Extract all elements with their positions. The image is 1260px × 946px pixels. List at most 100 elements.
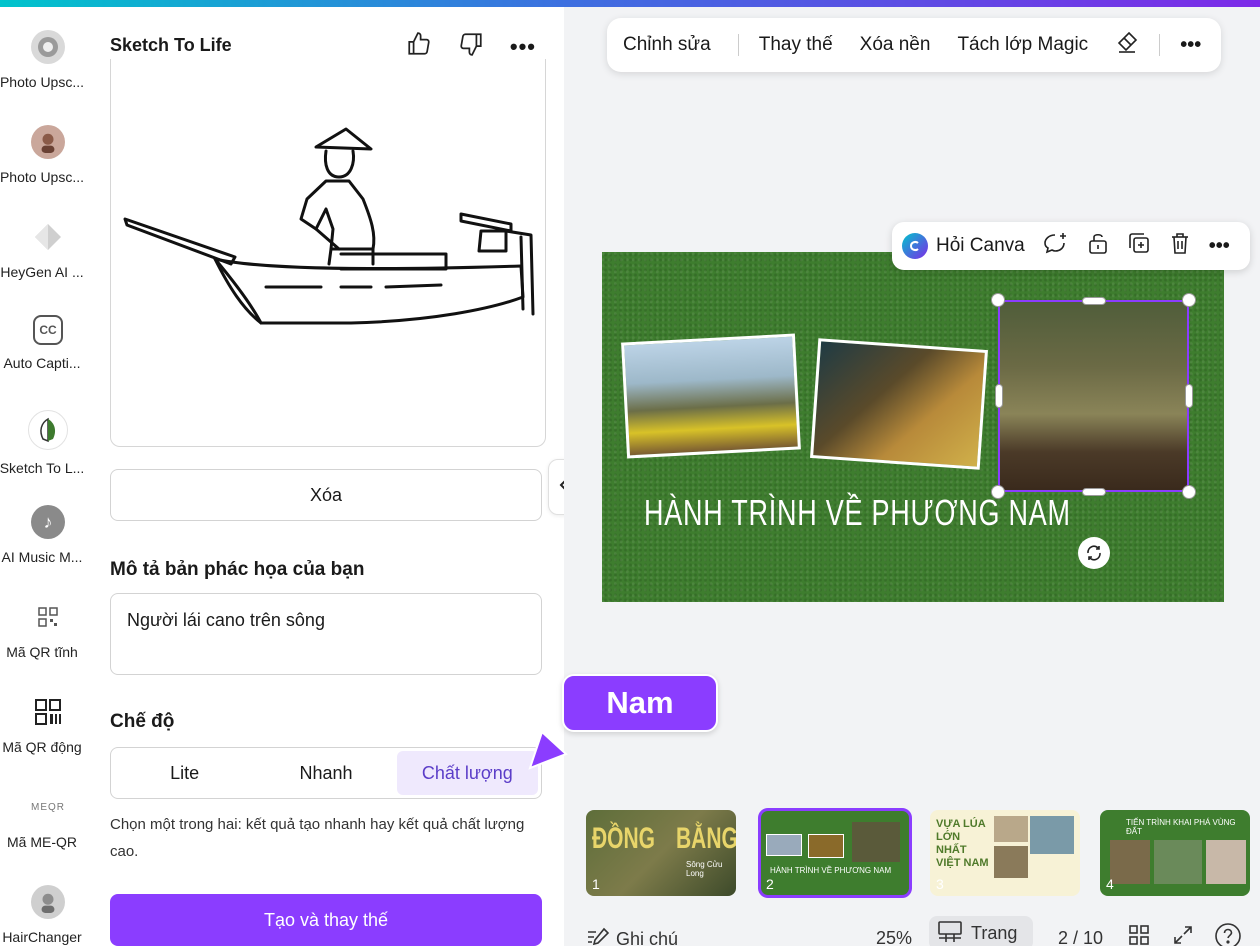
mode-label: Chế độ [110, 711, 175, 732]
trash-icon[interactable] [1169, 231, 1191, 261]
comment-add-icon[interactable] [1043, 231, 1069, 261]
thumbnail-photo [1154, 840, 1202, 884]
apps-rail: Photo Upsc... Photo Upsc... HeyGen AI ..… [0, 7, 96, 946]
toolbar-divider [1159, 34, 1161, 56]
rail-item-auto-captions[interactable]: CC Auto Capti... [0, 315, 96, 371]
rail-item-heygen[interactable]: HeyGen AI ... [0, 220, 96, 280]
thumbnail-text: TIẾN TRÌNH KHAI PHÁ VÙNG ĐẤT [1126, 818, 1236, 836]
rotate-icon[interactable] [1078, 537, 1110, 569]
thumbnail-text: HÀNH TRÌNH VỀ PHƯƠNG NAM [770, 866, 892, 875]
thumbnail-photo [1206, 840, 1246, 884]
image-toolbar: Chỉnh sửa Thay thế Xóa nền Tách lớp Magi… [607, 18, 1221, 72]
rail-item-label: Mã ME-QR [7, 834, 77, 850]
heygen-icon [31, 220, 65, 254]
replace-button[interactable]: Thay thế [759, 34, 833, 56]
music-note-icon: ♪ [31, 505, 65, 539]
mode-option-fast[interactable]: Nhanh [255, 751, 396, 795]
hairchanger-avatar-icon [31, 885, 65, 919]
thumbnail-photo [808, 834, 844, 858]
page-thumbnail-4[interactable]: TIẾN TRÌNH KHAI PHÁ VÙNG ĐẤT 4 [1100, 810, 1250, 896]
sketch-description-input[interactable]: Người lái cano trên sông [110, 593, 542, 675]
help-icon[interactable] [1214, 922, 1242, 946]
clear-button[interactable]: Xóa [110, 469, 542, 521]
more-options-icon[interactable]: ••• [510, 34, 536, 60]
resize-handle-bottom-left[interactable] [991, 485, 1005, 499]
ask-canva-label: Hỏi Canva [936, 235, 1025, 256]
slide-title[interactable]: HÀNH TRÌNH VỀ PHƯƠNG NAM [644, 492, 1071, 534]
portrait-icon [31, 125, 65, 159]
zoom-level[interactable]: 25% [876, 928, 912, 946]
page-thumbnail-2[interactable]: HÀNH TRÌNH VỀ PHƯƠNG NAM 2 [758, 808, 912, 898]
rail-item-ai-music[interactable]: ♪ AI Music M... [0, 505, 96, 565]
selection-frame [998, 300, 1189, 492]
photo-upscaler-icon [31, 30, 65, 64]
qr-code-dynamic-icon [31, 695, 65, 729]
resize-handle-bottom[interactable] [1082, 488, 1106, 496]
more-options-icon[interactable]: ••• [1209, 235, 1230, 258]
mode-helper-text: Chọn một trong hai: kết quả tạo nhanh ha… [110, 816, 525, 860]
top-gradient-bar [0, 0, 1260, 7]
sketch-canvas[interactable] [110, 59, 546, 447]
notes-label: Ghi chú [616, 929, 679, 946]
user-cursor-label: Nam [562, 674, 718, 732]
rail-item-label: HairChanger [2, 929, 82, 945]
resize-handle-top[interactable] [1082, 297, 1106, 305]
sketch-to-life-icon [28, 410, 68, 450]
rail-item-me-qr[interactable]: MEQR Mã ME-QR [0, 790, 96, 851]
ask-canva-button[interactable]: Hỏi Canva [902, 233, 1025, 259]
notes-button[interactable]: Ghi chú [586, 926, 678, 946]
edit-button[interactable]: Chỉnh sửa [623, 34, 711, 56]
photo-floating-market[interactable] [621, 333, 801, 459]
thumbnail-photo [852, 822, 900, 862]
notes-pencil-icon [586, 926, 610, 946]
rail-item-label: Sketch To L... [0, 460, 85, 476]
describe-label: Mô tả bản phác họa của bạn [110, 559, 365, 580]
thumbs-up-icon[interactable] [406, 31, 432, 62]
thumbs-down-icon[interactable] [458, 31, 484, 62]
grid-view-icon[interactable] [1128, 924, 1150, 946]
page-number: 2 [766, 876, 774, 892]
rail-item-photo-upscaler-2[interactable]: Photo Upsc... [0, 125, 96, 185]
boat-sketch-drawing [123, 127, 535, 325]
mode-option-quality[interactable]: Chất lượng [396, 751, 538, 795]
thumbnail-photo [1030, 816, 1074, 854]
page-thumbnail-1[interactable]: ĐỒNG BẰNG Sông Cửu Long 1 [586, 810, 736, 896]
resize-handle-bottom-right[interactable] [1182, 485, 1196, 499]
page-counter: 2 / 10 [1058, 928, 1104, 946]
page-thumbnail-3[interactable]: VỰA LÚA LỚN NHẤT VIỆT NAM 3 [930, 810, 1080, 896]
resize-handle-top-right[interactable] [1182, 293, 1196, 307]
fullscreen-icon[interactable] [1172, 924, 1194, 946]
rail-item-dynamic-qr[interactable]: Mã QR động [0, 695, 96, 755]
me-qr-icon: MEQR [31, 801, 65, 813]
resize-handle-left[interactable] [995, 384, 1003, 408]
photo-boat-vendor[interactable] [810, 338, 988, 470]
thumbnail-photo [994, 816, 1028, 842]
unlock-icon[interactable] [1087, 231, 1109, 261]
create-and-replace-button[interactable]: Tạo và thay thế [110, 894, 542, 946]
remove-background-button[interactable]: Xóa nền [860, 34, 931, 56]
pages-view-button[interactable]: Trang [929, 916, 1033, 946]
thumbnail-photo [1110, 840, 1150, 884]
rail-item-label: Photo Upsc... [0, 169, 85, 185]
resize-handle-top-left[interactable] [991, 293, 1005, 307]
pages-label: Trang [971, 922, 1018, 943]
mode-option-lite[interactable]: Lite [114, 751, 255, 795]
rail-item-hairchanger[interactable]: HairChanger [0, 885, 96, 945]
thumbnail-photo [994, 846, 1028, 878]
rail-item-sketch-to-life[interactable]: Sketch To L... [0, 410, 96, 476]
rail-item-photo-upscaler-1[interactable]: Photo Upsc... [0, 30, 96, 90]
more-options-icon[interactable]: ••• [1180, 34, 1201, 57]
page-number: 3 [936, 876, 944, 892]
rail-item-label: AI Music M... [1, 549, 83, 565]
resize-handle-right[interactable] [1185, 384, 1193, 408]
magic-layers-button[interactable]: Tách lớp Magic [957, 34, 1088, 56]
page-number: 4 [1106, 876, 1114, 892]
thumbnail-subtext: Sông Cửu Long [686, 860, 723, 878]
rail-item-label: Auto Capti... [3, 355, 81, 371]
duplicate-icon[interactable] [1127, 231, 1151, 261]
pages-layout-icon [937, 920, 963, 946]
rail-item-label: Mã QR tĩnh [6, 644, 78, 660]
qr-code-icon [31, 600, 65, 634]
rail-item-static-qr[interactable]: Mã QR tĩnh [0, 600, 96, 660]
eraser-icon[interactable] [1115, 30, 1139, 60]
